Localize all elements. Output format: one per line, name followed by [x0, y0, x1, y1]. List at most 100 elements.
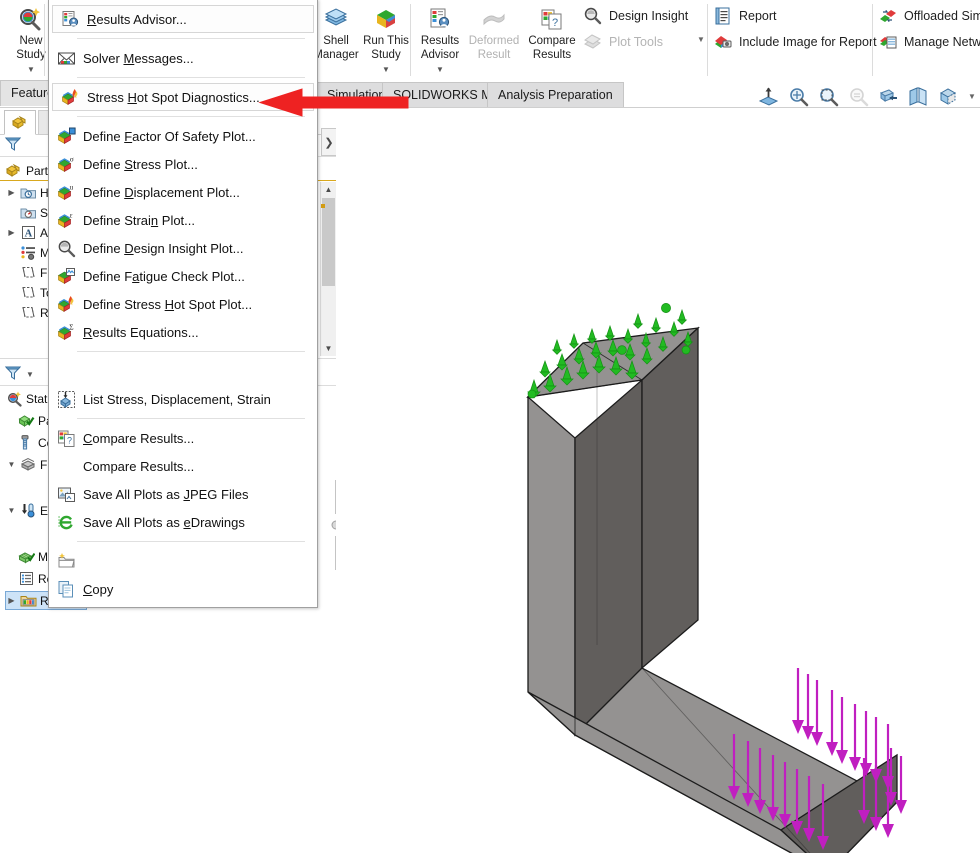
svg-text:A: A — [25, 228, 33, 239]
menu-item-define-strain-plot[interactable]: ε Define Strain Plot... — [49, 206, 317, 234]
ribbon-deformed-result[interactable]: Deformed Result — [463, 4, 525, 62]
twisty-icon[interactable]: ▶ — [6, 228, 17, 237]
scrollbar-thumb[interactable] — [322, 198, 335, 286]
menu-item-save-all-plots-as-jpeg[interactable]: Save All Plots as JPEG Files — [49, 480, 317, 508]
include-image-icon — [713, 32, 733, 52]
menu-item-results-advisor[interactable]: Results Advisor... — [52, 5, 314, 33]
ribbon-deformed-result-label1: Deformed — [468, 35, 520, 47]
display-style-dropdown-caret[interactable]: ▼ — [968, 86, 976, 107]
ribbon-report-label: Report — [739, 9, 777, 23]
part-check-icon — [18, 412, 35, 429]
ribbon-results-advisor[interactable]: Results Advisor ▼ — [411, 4, 469, 76]
plane-icon — [20, 264, 37, 281]
menu-item-define-displacement-plot[interactable]: u Define Displacement Plot... — [49, 178, 317, 206]
ribbon-include-image-for-report[interactable]: Include Image for Report — [713, 30, 877, 54]
panel-expand-button[interactable]: ❯ — [321, 128, 337, 156]
svg-text:σ: σ — [69, 155, 73, 164]
display-style-icon[interactable] — [938, 86, 959, 107]
menu-item-results-equations[interactable]: Σ Results Equations... — [49, 318, 317, 346]
menu-item-define-stress-plot-label: Define Stress Plot... — [83, 156, 198, 172]
menu-item-list-stress-displacement-strain[interactable] — [49, 357, 317, 385]
list-result-force-icon — [49, 385, 83, 413]
results-advisor-dropdown-caret[interactable]: ▼ — [411, 63, 469, 76]
ribbon-run-this-study[interactable]: Run This Study ▼ — [355, 4, 417, 76]
twisty-icon[interactable]: ▼ — [6, 460, 17, 469]
ribbon-offloaded-sim[interactable]: Offloaded Sim — [878, 4, 980, 28]
previous-view-icon[interactable] — [848, 86, 869, 107]
menu-item-list-result-force-label: List Stress, Displacement, Strain — [83, 391, 271, 407]
menu-item-define-fatigue-check-plot[interactable]: Define Fatigue Check Plot... — [49, 262, 317, 290]
twisty-icon[interactable]: ▶ — [6, 596, 17, 605]
ribbon-plot-tools-label: Plot Tools — [609, 35, 663, 49]
graphics-area[interactable] — [336, 108, 980, 853]
menu-item-save-all-plots-as-edrawings-label: Save All Plots as eDrawings — [83, 514, 245, 530]
compare-results-icon: ? — [49, 424, 83, 452]
menu-item-copy-label: Copy — [83, 581, 114, 597]
svg-text:u: u — [69, 183, 73, 191]
ribbon-compare-results[interactable]: ? Compare Results — [523, 4, 581, 62]
menu-item-create-body-from-deformed-shape[interactable]: Compare Results... — [49, 452, 317, 480]
stress-plot-icon: σ — [49, 150, 83, 178]
menu-item-define-factor-of-safety-plot[interactable]: Define Factor Of Safety Plot... — [49, 122, 317, 150]
filter-funnel-icon[interactable] — [4, 364, 22, 385]
menu-item-copy[interactable]: Copy — [49, 575, 317, 603]
zoom-to-area-icon[interactable] — [788, 86, 809, 107]
menu-item-compare-results-label: Compare Results... — [83, 430, 195, 446]
menu-item-save-all-plots-as-edrawings[interactable]: Save All Plots as eDrawings — [49, 508, 317, 536]
menu-item-stress-hot-spot-diagnostics[interactable]: Stress Hot Spot Diagnostics... — [52, 83, 314, 111]
displacement-plot-icon: u — [49, 178, 83, 206]
ribbon-plot-tools[interactable]: Plot Tools — [583, 30, 663, 54]
ribbon-divider-1 — [44, 4, 45, 76]
menu-item-define-factor-of-safety-plot-label: Define Factor Of Safety Plot... — [83, 128, 256, 144]
ribbon-report[interactable]: Report — [713, 4, 777, 28]
ribbon-manage-network-label: Manage Netw — [904, 35, 980, 49]
menu-separator — [77, 351, 305, 352]
ribbon-results-advisor-label1: Results — [420, 35, 460, 47]
report-icon — [713, 6, 733, 26]
menu-item-define-stress-hot-spot-plot-label: Define Stress Hot Spot Plot... — [83, 296, 253, 312]
menu-item-list-result-force[interactable]: List Stress, Displacement, Strain — [49, 385, 317, 413]
menu-separator — [77, 541, 305, 542]
run-study-dropdown-caret[interactable]: ▼ — [355, 63, 417, 76]
menu-separator — [77, 418, 305, 419]
scroll-down-arrow[interactable]: ▼ — [321, 341, 336, 356]
section-view-icon[interactable] — [878, 86, 899, 107]
save-jpeg-icon — [49, 480, 83, 508]
run-study-icon — [355, 4, 417, 34]
menu-item-compare-results[interactable]: ? Compare Results... — [49, 424, 317, 452]
zoom-to-fit-icon[interactable] — [758, 86, 779, 107]
scroll-up-arrow[interactable]: ▲ — [321, 182, 336, 197]
twisty-icon[interactable]: ▶ — [6, 188, 17, 197]
stress-hot-spot-icon — [53, 83, 87, 111]
results-context-menu[interactable]: Results Advisor... Solver Messages... St… — [48, 0, 318, 608]
menu-item-solver-messages[interactable]: Solver Messages... — [49, 44, 317, 72]
model-right-face — [641, 326, 699, 670]
ribbon-compare-results-label2: Results — [532, 49, 572, 61]
filter-funnel-icon[interactable] — [4, 135, 22, 156]
ribbon-results-advisor-label2: Advisor — [420, 49, 460, 61]
tab-analysis-preparation[interactable]: Analysis Preparation — [487, 82, 624, 107]
ribbon-design-insight[interactable]: Design Insight — [583, 4, 688, 28]
design-insight-plot-icon — [49, 234, 83, 262]
twisty-icon[interactable]: ▼ — [6, 506, 17, 515]
view-orientation-icon[interactable] — [908, 86, 929, 107]
menu-separator — [77, 116, 305, 117]
menu-item-define-stress-hot-spot-plot[interactable]: Define Stress Hot Spot Plot... — [49, 290, 317, 318]
feature-manager-tab[interactable] — [4, 110, 36, 135]
plane-icon — [20, 304, 37, 321]
menu-item-define-fatigue-check-plot-label: Define Fatigue Check Plot... — [83, 268, 245, 284]
menu-item-define-strain-plot-label: Define Strain Plot... — [83, 212, 196, 228]
zoom-to-selection-icon[interactable] — [818, 86, 839, 107]
filter-dropdown-caret[interactable]: ▼ — [26, 370, 34, 379]
menu-item-define-stress-plot[interactable]: σ Define Stress Plot... — [49, 150, 317, 178]
menu-item-define-design-insight-plot[interactable]: Define Design Insight Plot... — [49, 234, 317, 262]
menu-item-results-equations-label: Results Equations... — [83, 324, 199, 340]
menu-item-create-new-folder[interactable] — [49, 547, 317, 575]
feature-tree-scrollbar[interactable]: ▲ ▼ — [320, 182, 336, 356]
offloaded-sim-icon — [878, 6, 898, 26]
manage-network-icon — [878, 32, 898, 52]
plot-tools-dropdown-caret[interactable]: ▼ — [697, 35, 705, 44]
results-folder-icon — [20, 592, 37, 609]
ribbon-manage-network[interactable]: Manage Netw — [878, 30, 980, 54]
results-equations-icon: Σ — [49, 318, 83, 346]
